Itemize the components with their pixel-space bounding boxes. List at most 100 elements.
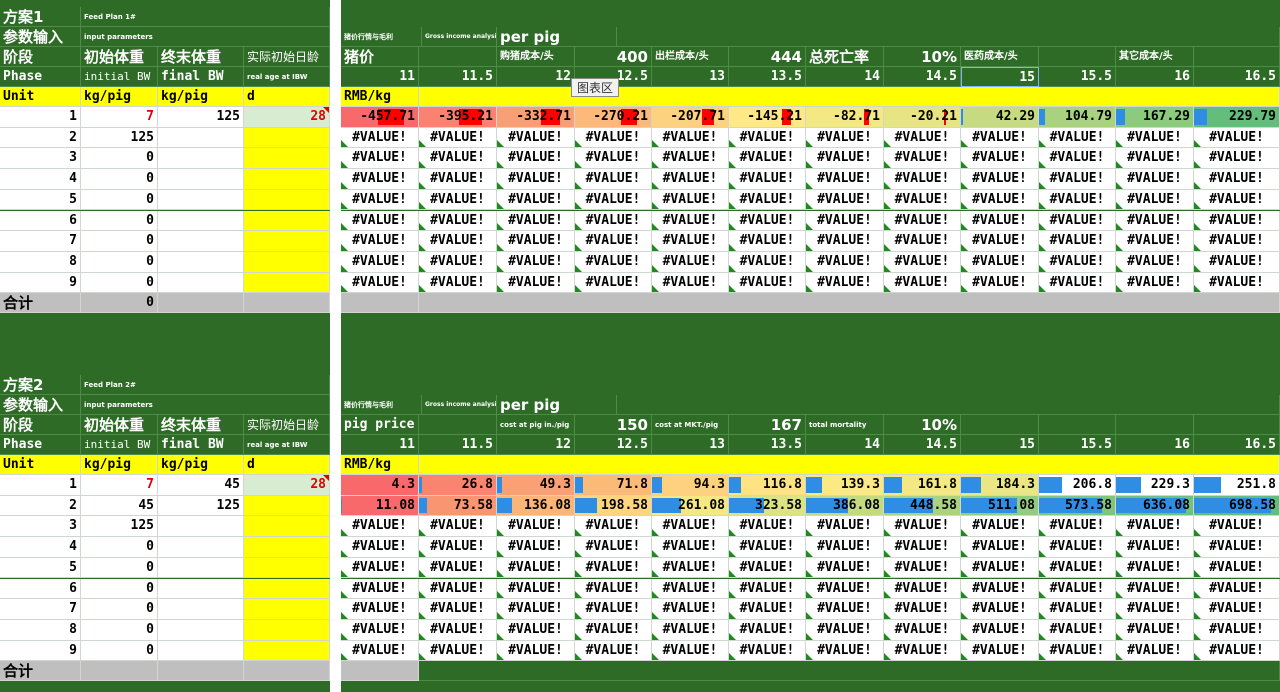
error-cell[interactable]: #VALUE! [419,272,497,294]
error-cell[interactable]: #VALUE! [575,251,652,273]
realage-en[interactable]: real age at IBW [244,67,330,87]
gross-value[interactable]: 42.29 [961,107,1039,128]
error-cell[interactable]: #VALUE! [575,640,652,662]
phase-index[interactable]: 1 [0,107,81,128]
initbw-unit[interactable]: kg/pig [81,87,158,107]
error-cell[interactable]: #VALUE! [806,537,884,558]
realage-value[interactable] [244,189,330,211]
phase-cn[interactable]: 阶段 [0,415,81,435]
error-cell[interactable]: #VALUE! [497,578,575,600]
column-header[interactable]: 14.5 [884,67,961,87]
plan-subtitle[interactable]: Feed Plan 1# [81,7,330,27]
realage-value[interactable] [244,640,330,662]
error-cell[interactable]: #VALUE! [884,516,961,538]
error-cell[interactable]: #VALUE! [961,148,1039,170]
initbw-en[interactable]: initial BW [81,67,158,87]
gross-value[interactable]: 136.08 [497,495,575,517]
total-label[interactable]: 合计 [0,661,81,682]
error-cell[interactable]: #VALUE! [884,210,961,232]
error-cell[interactable]: #VALUE! [497,640,575,662]
column-header[interactable]: 11 [341,435,419,455]
realage-value[interactable] [244,599,330,620]
total-fill[interactable] [244,293,330,314]
error-cell[interactable]: #VALUE! [341,210,419,232]
column-header[interactable]: 13.5 [729,435,806,455]
error-cell[interactable]: #VALUE! [497,210,575,232]
error-cell[interactable]: #VALUE! [341,578,419,600]
column-header[interactable]: 13 [652,67,729,87]
error-cell[interactable]: #VALUE! [961,127,1039,149]
phase-index[interactable]: 6 [0,210,81,232]
gross-value[interactable]: 49.3 [497,475,575,496]
realage-value[interactable] [244,516,330,538]
finalbw-unit[interactable]: kg/pig [158,87,244,107]
error-cell[interactable]: #VALUE! [1039,169,1116,190]
initbw-value[interactable]: 0 [81,557,158,579]
phase-index[interactable]: 9 [0,640,81,662]
error-cell[interactable]: #VALUE! [729,578,806,600]
param-sub[interactable]: input parameters [81,27,330,47]
initbw-value[interactable]: 7 [81,107,158,128]
error-cell[interactable]: #VALUE! [961,578,1039,600]
error-cell[interactable]: #VALUE! [1039,231,1116,252]
gross-value[interactable]: 116.8 [729,475,806,496]
phase-index[interactable]: 2 [0,127,81,149]
total-fill[interactable] [341,293,419,314]
finalbw-unit[interactable]: kg/pig [158,455,244,475]
total-value[interactable] [81,661,158,682]
error-cell[interactable]: #VALUE! [1194,272,1280,294]
header-item[interactable]: cost at MKT./pig [652,415,729,435]
total-fill[interactable] [158,661,244,682]
error-cell[interactable]: #VALUE! [806,516,884,538]
error-cell[interactable]: #VALUE! [961,231,1039,252]
header-item[interactable]: 出栏成本/头 [652,47,729,67]
initbw-value[interactable]: 0 [81,251,158,273]
error-cell[interactable]: #VALUE! [497,251,575,273]
error-cell[interactable]: #VALUE! [575,578,652,600]
error-cell[interactable]: #VALUE! [419,619,497,641]
error-cell[interactable]: #VALUE! [1039,516,1116,538]
error-cell[interactable]: #VALUE! [652,127,729,149]
initbw-en[interactable]: initial BW [81,435,158,455]
error-cell[interactable]: #VALUE! [884,189,961,211]
header-item[interactable]: 医药成本/头 [961,47,1039,67]
error-cell[interactable]: #VALUE! [341,599,419,620]
header-item[interactable]: 猪价 [341,47,419,67]
error-cell[interactable]: #VALUE! [497,619,575,641]
error-cell[interactable]: #VALUE! [729,251,806,273]
finalbw-en[interactable]: final BW [158,435,244,455]
error-cell[interactable]: #VALUE! [884,251,961,273]
error-cell[interactable]: #VALUE! [1039,127,1116,149]
error-cell[interactable]: #VALUE! [1039,272,1116,294]
phase-cn[interactable]: 阶段 [0,47,81,67]
error-cell[interactable]: #VALUE! [1194,148,1280,170]
column-header[interactable]: 14 [806,67,884,87]
error-cell[interactable]: #VALUE! [652,516,729,538]
gross-value[interactable]: 104.79 [1039,107,1116,128]
error-cell[interactable]: #VALUE! [729,599,806,620]
error-cell[interactable]: #VALUE! [806,189,884,211]
error-cell[interactable]: #VALUE! [961,189,1039,211]
gross-value[interactable]: -395.21 [419,107,497,128]
per-pig-label[interactable]: per pig [497,395,617,415]
error-cell[interactable]: #VALUE! [1116,557,1194,579]
header-item[interactable]: total mortality [806,415,884,435]
gross-value[interactable]: 448.58 [884,495,961,517]
error-cell[interactable]: #VALUE! [497,189,575,211]
error-cell[interactable]: #VALUE! [884,557,961,579]
error-cell[interactable]: #VALUE! [729,169,806,190]
unit-label[interactable]: Unit [0,87,81,107]
gross-value[interactable]: 26.8 [419,475,497,496]
finalbw-value[interactable] [158,251,244,273]
error-cell[interactable]: #VALUE! [341,127,419,149]
gross-value[interactable]: 323.58 [729,495,806,517]
plan-title[interactable]: 方案2 [0,375,81,395]
error-cell[interactable]: #VALUE! [419,148,497,170]
error-cell[interactable]: #VALUE! [729,537,806,558]
param-label[interactable]: 参数输入 [0,395,81,415]
error-cell[interactable]: #VALUE! [575,599,652,620]
error-cell[interactable]: #VALUE! [497,516,575,538]
phase-index[interactable]: 8 [0,619,81,641]
error-cell[interactable]: #VALUE! [341,619,419,641]
gross-value[interactable]: 94.3 [652,475,729,496]
